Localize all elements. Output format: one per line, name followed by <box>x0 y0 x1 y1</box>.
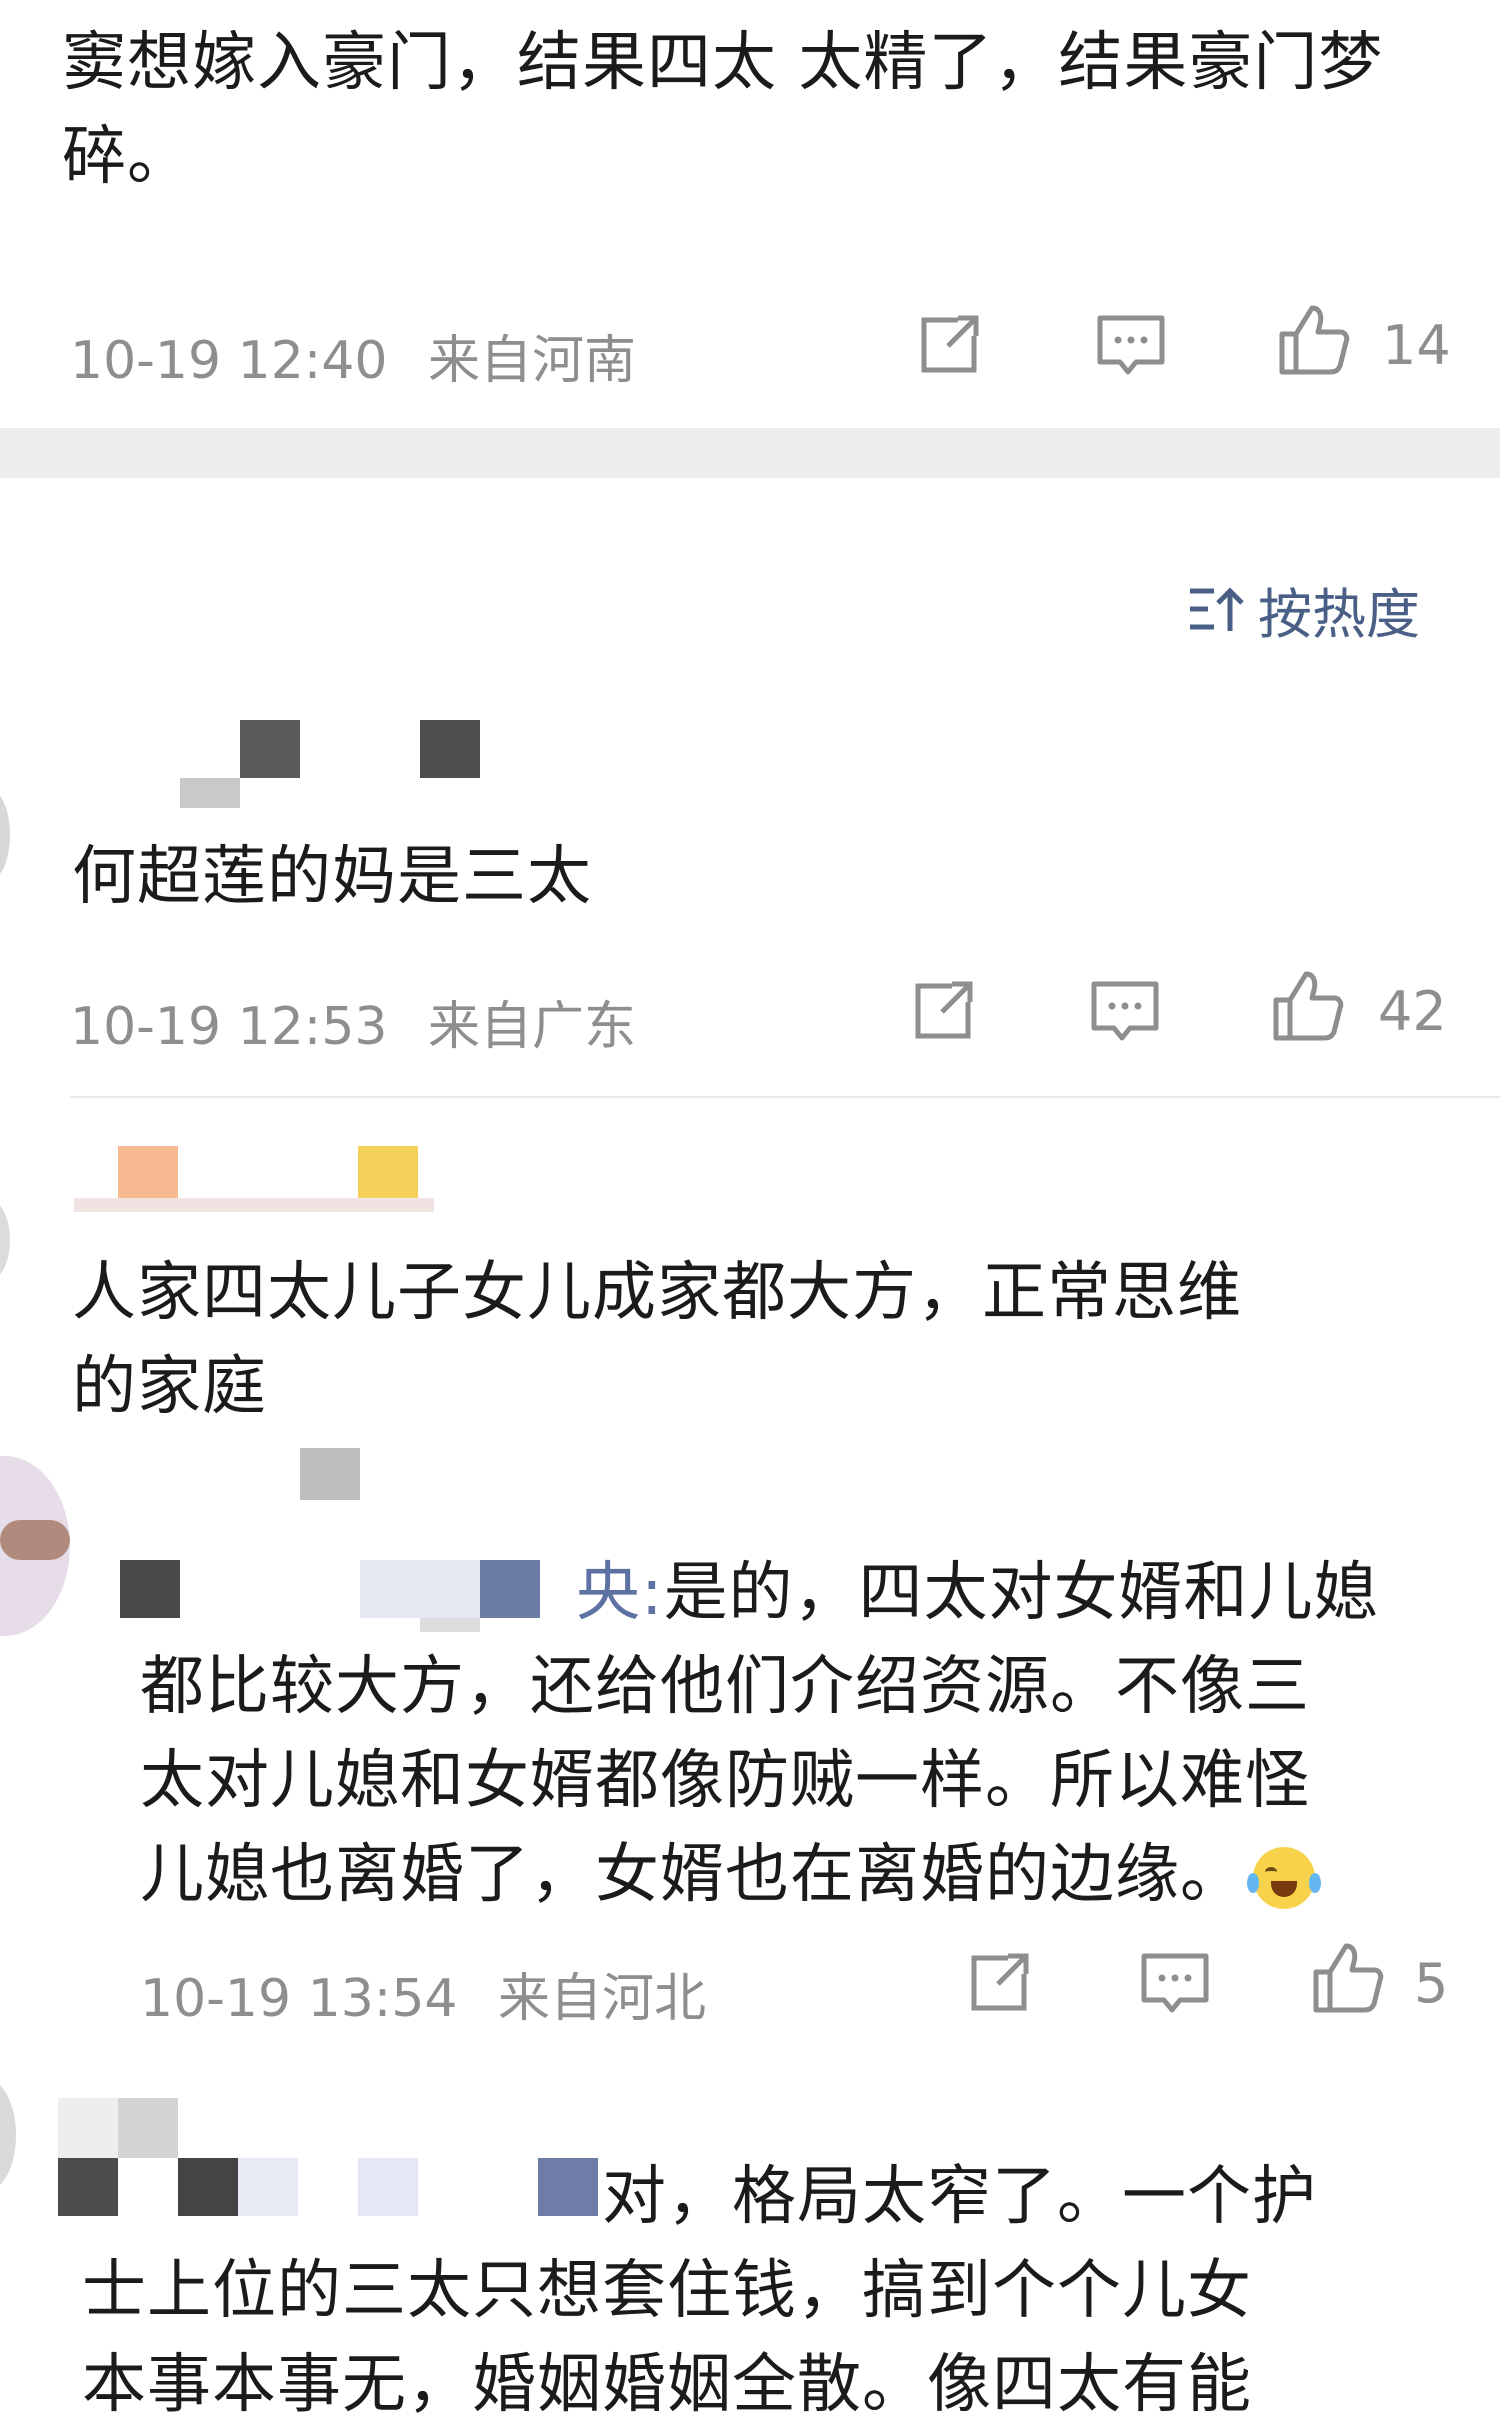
comment-1-date: 10-19 12:40 <box>70 331 388 391</box>
share-icon[interactable] <box>906 974 980 1048</box>
sort-label: 按热度 <box>1258 583 1420 646</box>
reply-1-name-tail: 央: <box>576 1556 664 1630</box>
reply-1-text: 央:是的，四太对女婿和儿媳 都比较大方，还给他们介绍资源。不像三 太对儿媳和女婿… <box>140 1556 1379 1912</box>
reply-2-avatar[interactable] <box>0 2080 16 2190</box>
sort-icon <box>1190 586 1244 631</box>
reply-2-text: 对，格局太窄了。一个护 士上位的三太只想套住钱，搞到个个儿女 本事本事无，婚姻婚… <box>82 2160 1317 2422</box>
comment-3-text: 人家四太儿子女儿成家都大方，正常思维 的家庭 <box>72 1256 1242 1424</box>
reply-1-like-count: 5 <box>1414 1952 1449 2015</box>
share-icon[interactable] <box>962 1946 1036 2020</box>
username-mosaic[interactable] <box>74 1146 434 1216</box>
reply-1-meta: 10-19 13:54 来自河北 <box>140 1956 706 2031</box>
comment-2-meta: 10-19 12:53 来自广东 <box>70 984 636 1059</box>
comment-1-text: 窦想嫁入豪门，结果四太 太精了，结果豪门梦碎。 <box>62 26 1384 194</box>
laugh-cry-emoji-icon <box>1247 1847 1321 1910</box>
reply-1-location: 来自河北 <box>498 1969 707 2029</box>
comment-1-location: 来自河南 <box>428 331 637 391</box>
thumbs-up-icon[interactable] <box>1270 968 1344 1042</box>
comment-2-location: 来自广东 <box>428 997 637 1057</box>
thumbs-up-icon[interactable] <box>1276 302 1350 376</box>
comment-2-like-count: 42 <box>1378 980 1447 1043</box>
comment-2-text: 何超莲的妈是三太 <box>72 840 592 914</box>
username-mosaic[interactable] <box>180 720 480 810</box>
section-divider <box>0 428 1500 478</box>
avatar-art <box>0 1520 70 1560</box>
avatar[interactable] <box>0 1200 10 1280</box>
avatar[interactable] <box>0 790 10 880</box>
comment-2-date: 10-19 12:53 <box>70 997 388 1057</box>
comment-icon[interactable] <box>1094 308 1168 382</box>
sort-by-heat-button[interactable]: 按热度 <box>1188 570 1420 649</box>
comment-1-meta: 10-19 12:40 来自河南 <box>70 318 636 393</box>
comment-1-like-count: 14 <box>1382 314 1451 377</box>
share-icon[interactable] <box>912 308 986 382</box>
reply-1-date: 10-19 13:54 <box>140 1969 458 2029</box>
divider <box>70 1096 1500 1098</box>
thumbs-up-icon[interactable] <box>1310 1940 1384 2014</box>
comment-icon[interactable] <box>1088 974 1162 1048</box>
comment-icon[interactable] <box>1138 1946 1212 2020</box>
